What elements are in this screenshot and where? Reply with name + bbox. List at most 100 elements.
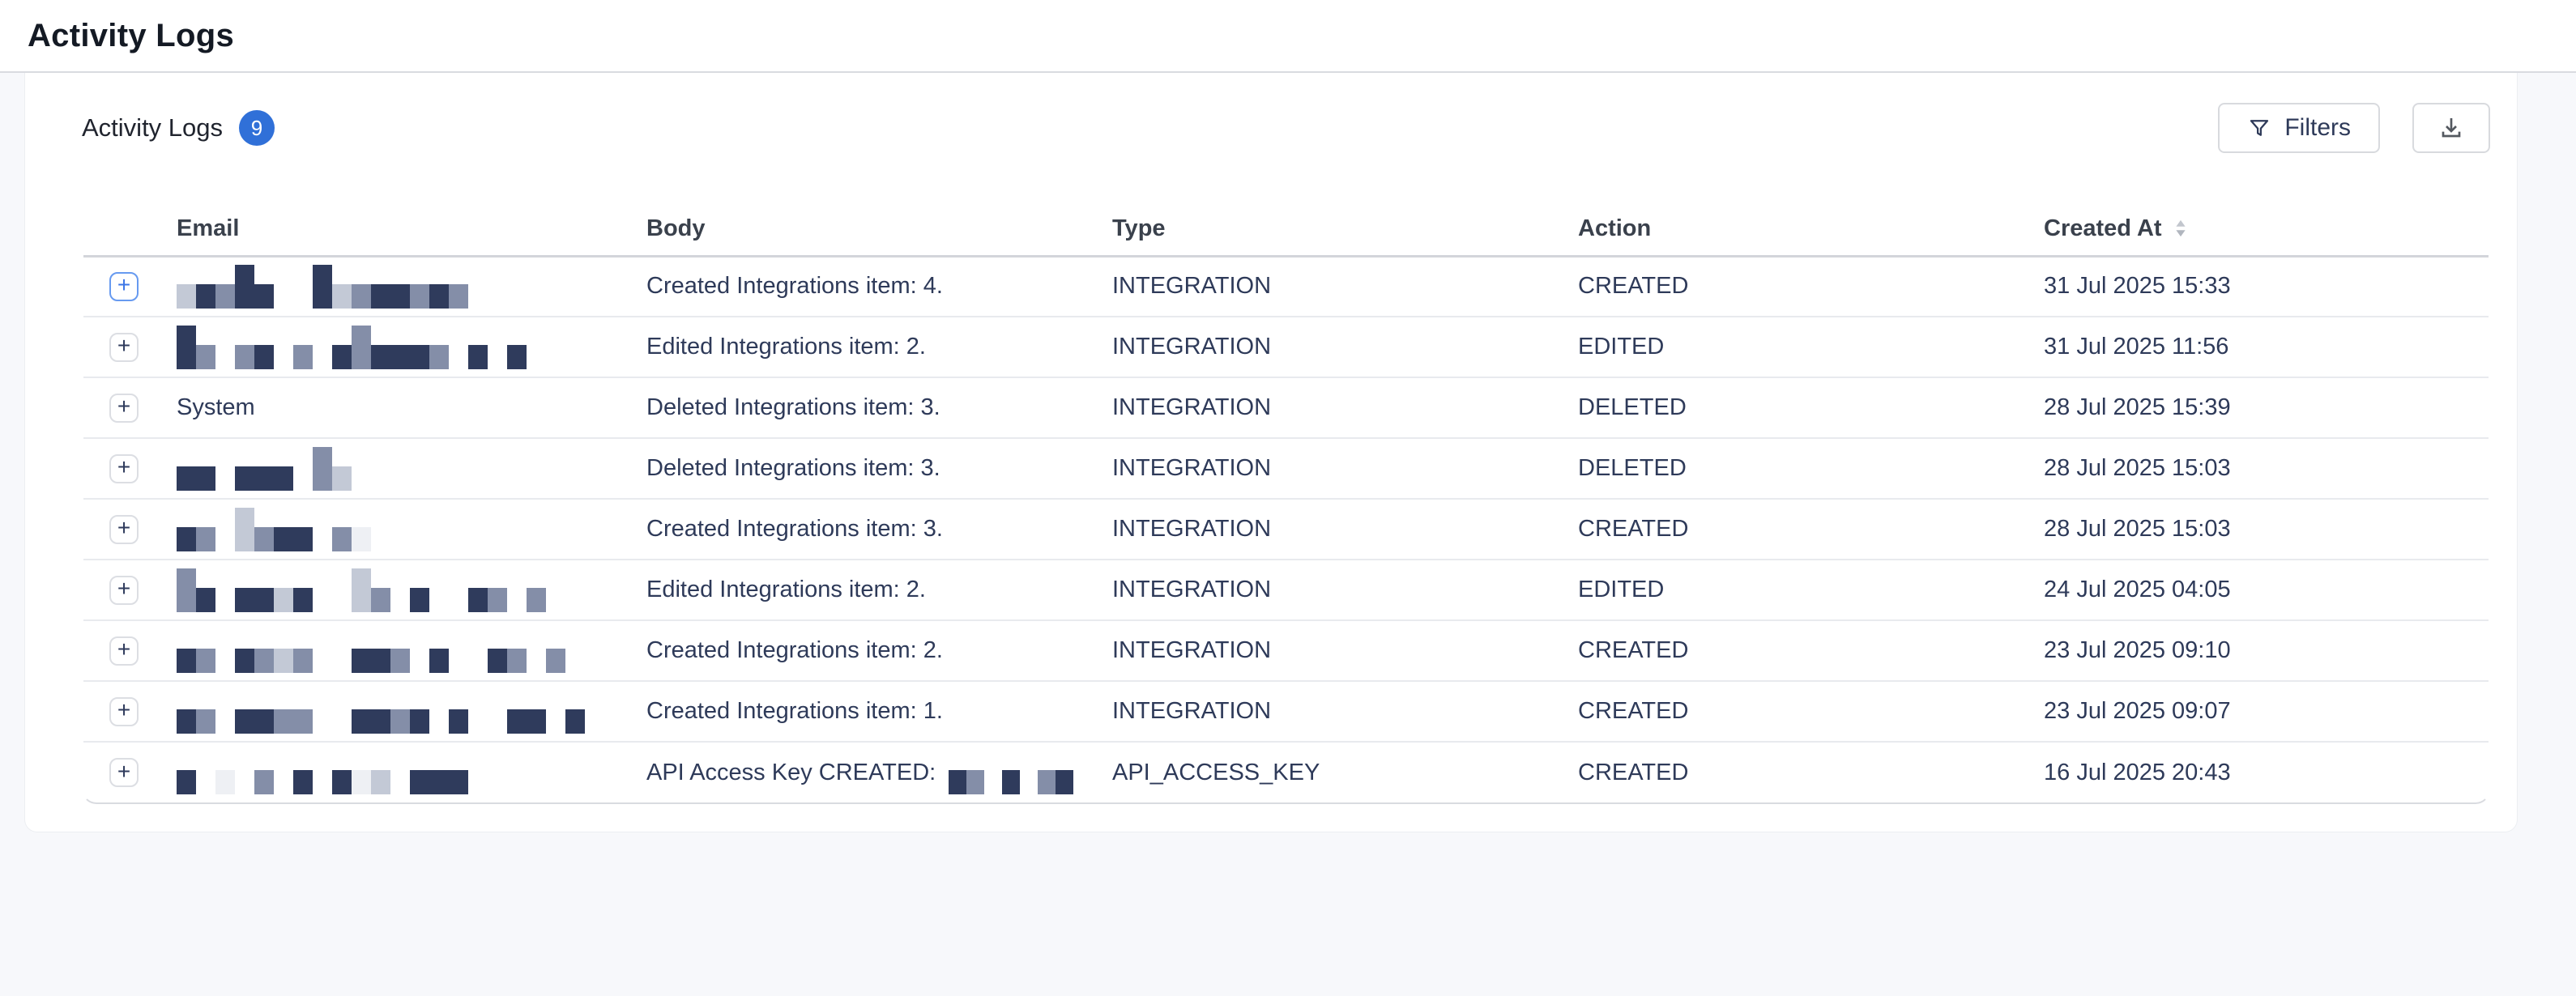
type-cell: INTEGRATION <box>1112 681 1578 742</box>
body-value: Created Integrations item: 3. <box>646 516 943 543</box>
expand-row-button[interactable]: + <box>109 758 139 787</box>
column-header-created-at[interactable]: Created At <box>2044 202 2489 256</box>
table-row: + Edited Integrations item: 2. INTEGRATION… <box>83 560 2489 620</box>
created-at-cell: 23 Jul 2025 09:07 <box>2044 681 2489 742</box>
activity-table-container: Email Body Type Action Created At <box>82 201 2490 804</box>
column-header-type-label: Type <box>1112 215 1166 241</box>
action-cell: CREATED <box>1578 256 2044 317</box>
type-cell: INTEGRATION <box>1112 560 1578 620</box>
expander-cell: + <box>83 681 177 742</box>
body-value: Edited Integrations item: 2. <box>646 577 926 603</box>
created-at-cell: 31 Jul 2025 15:33 <box>2044 256 2489 317</box>
action-cell: CREATED <box>1578 742 2044 802</box>
body-value: Created Integrations item: 1. <box>646 698 943 725</box>
type-cell: INTEGRATION <box>1112 499 1578 560</box>
created-at-cell: 28 Jul 2025 15:03 <box>2044 438 2489 499</box>
action-cell: CREATED <box>1578 681 2044 742</box>
column-header-type: Type <box>1112 202 1578 256</box>
column-header-expander <box>83 202 177 256</box>
expand-row-button[interactable]: + <box>109 394 139 423</box>
email-cell: System <box>177 377 646 438</box>
panel-header: Activity Logs 9 Filters <box>82 102 2490 154</box>
type-cell: INTEGRATION <box>1112 620 1578 681</box>
body-cell: Created Integrations item: 4. <box>646 256 1112 317</box>
expander-cell: + <box>83 317 177 377</box>
page-title: Activity Logs <box>28 18 234 54</box>
body-value: Deleted Integrations item: 3. <box>646 455 940 482</box>
expander-cell: + <box>83 620 177 681</box>
body-value: Edited Integrations item: 2. <box>646 334 926 360</box>
email-cell <box>177 560 646 620</box>
sort-arrows-icon[interactable] <box>2173 218 2188 239</box>
created-at-cell: 16 Jul 2025 20:43 <box>2044 742 2489 802</box>
table-row: + Created Integrations item: 3. INTEGRATIO… <box>83 499 2489 560</box>
type-cell: INTEGRATION <box>1112 377 1578 438</box>
body-cell: API Access Key CREATED: <box>646 742 1112 802</box>
column-header-email: Email <box>177 202 646 256</box>
type-cell: INTEGRATION <box>1112 438 1578 499</box>
column-header-action-label: Action <box>1578 215 1651 241</box>
body-value: API Access Key CREATED: <box>646 760 936 786</box>
column-header-email-label: Email <box>177 215 239 241</box>
panel-title: Activity Logs <box>82 113 223 143</box>
expand-row-button[interactable]: + <box>109 576 139 605</box>
action-cell: CREATED <box>1578 499 2044 560</box>
filters-button-label: Filters <box>2284 114 2351 142</box>
expander-cell: + <box>83 256 177 317</box>
action-cell: DELETED <box>1578 377 2044 438</box>
body-value: Created Integrations item: 4. <box>646 273 943 300</box>
redacted-text <box>177 508 371 551</box>
email-value: System <box>177 394 255 420</box>
expand-row-button[interactable]: + <box>109 454 139 483</box>
expand-row-button[interactable]: + <box>109 515 139 544</box>
expand-row-button[interactable]: + <box>109 272 139 301</box>
table-row: + Deleted Integrations item: 3. INTEGRATIO… <box>83 438 2489 499</box>
email-cell <box>177 317 646 377</box>
email-cell <box>177 256 646 317</box>
type-cell: API_ACCESS_KEY <box>1112 742 1578 802</box>
body-cell: Edited Integrations item: 2. <box>646 317 1112 377</box>
action-cell: EDITED <box>1578 317 2044 377</box>
body-cell: Created Integrations item: 1. <box>646 681 1112 742</box>
email-cell <box>177 438 646 499</box>
panel-title-group: Activity Logs 9 <box>82 110 275 146</box>
email-cell <box>177 620 646 681</box>
email-cell <box>177 681 646 742</box>
count-badge: 9 <box>239 110 275 146</box>
expand-row-button[interactable]: + <box>109 697 139 726</box>
filters-button[interactable]: Filters <box>2218 103 2380 153</box>
body-cell: Created Integrations item: 2. <box>646 620 1112 681</box>
expander-cell: + <box>83 377 177 438</box>
created-at-cell: 28 Jul 2025 15:03 <box>2044 499 2489 560</box>
redacted-text <box>177 690 585 734</box>
column-header-body: Body <box>646 202 1112 256</box>
column-header-created-at-label: Created At <box>2044 215 2162 242</box>
expand-row-button[interactable]: + <box>109 636 139 666</box>
table-row: + Created Integrations item: 4. INTEGRATIO… <box>83 256 2489 317</box>
table-row: + API Access Key CREATED: API_ACCESS_KEYCR… <box>83 742 2489 802</box>
export-download-button[interactable] <box>2412 103 2490 153</box>
expand-row-button[interactable]: + <box>109 333 139 362</box>
body-cell: Deleted Integrations item: 3. <box>646 377 1112 438</box>
type-cell: INTEGRATION <box>1112 256 1578 317</box>
redacted-text <box>177 326 527 369</box>
redacted-text <box>177 447 352 491</box>
activity-logs-page: Activity Logs Activity Logs 9 Filters <box>0 0 2576 832</box>
redacted-text <box>177 568 546 612</box>
download-icon <box>2438 115 2464 141</box>
expander-cell: + <box>83 742 177 802</box>
email-cell <box>177 742 646 802</box>
body-value: Created Integrations item: 2. <box>646 637 943 664</box>
redacted-text <box>177 751 468 794</box>
expander-cell: + <box>83 560 177 620</box>
created-at-cell: 24 Jul 2025 04:05 <box>2044 560 2489 620</box>
expander-cell: + <box>83 499 177 560</box>
body-cell: Edited Integrations item: 2. <box>646 560 1112 620</box>
email-cell <box>177 499 646 560</box>
created-at-cell: 23 Jul 2025 09:10 <box>2044 620 2489 681</box>
redacted-text <box>177 629 565 673</box>
body-cell: Deleted Integrations item: 3. <box>646 438 1112 499</box>
activity-logs-card: Activity Logs 9 Filters <box>24 73 2518 832</box>
body-value: Deleted Integrations item: 3. <box>646 394 940 421</box>
action-cell: EDITED <box>1578 560 2044 620</box>
